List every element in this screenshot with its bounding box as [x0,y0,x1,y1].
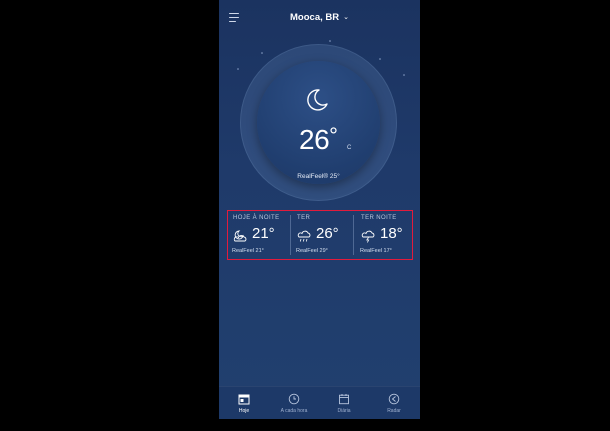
forecast-realfeel: RealFeel 21° [232,248,264,254]
moon-cloud-icon [233,230,247,242]
forecast-tuesday[interactable]: TER 26° RealFeel 29° [292,211,352,259]
calendar-icon [339,394,349,405]
forecast-label: TER [297,215,311,221]
forecast-label: TER NOITE [361,215,397,221]
nav-label: Radar [387,408,401,414]
location-selector[interactable]: Mooca, BR ⌄ [219,12,420,23]
nav-label: Hoje [238,408,250,414]
current-temperature: 26° C [257,123,380,156]
nav-tab-radar[interactable]: Radar [369,387,419,419]
current-temperature-value: 26 [299,124,330,155]
radar-icon [388,393,400,405]
nav-tab-today[interactable]: Hoje [219,387,269,419]
moon-icon [307,89,328,111]
forecast-temp: 21° [252,225,275,242]
nav-tab-hourly[interactable]: A cada hora [269,387,319,419]
forecast-realfeel: RealFeel 17° [360,248,392,254]
top-bar: Mooca, BR ⌄ [219,0,420,36]
cloud-lightning-icon [361,230,375,243]
nav-label: Diária [337,408,351,414]
forecast-label: HOJE À NOITE [233,215,280,221]
calendar-today-icon [238,394,250,405]
nav-label: A cada hora [280,408,308,414]
star [261,52,263,54]
nav-tab-daily[interactable]: Diária [319,387,369,419]
current-realfeel: RealFeel® 25° [297,173,340,180]
current-conditions-inner: 26° C RealFeel® 25° [257,61,380,184]
forecast-strip: HOJE À NOITE 21° RealFeel 21° TER 26° Re… [227,210,413,260]
forecast-tonight[interactable]: HOJE À NOITE 21° RealFeel 21° [228,211,288,259]
bottom-navigation: Hoje A cada hora Diária Radar [219,386,420,419]
temperature-unit: C [347,145,352,151]
forecast-temp: 18° [380,225,403,242]
star [237,68,239,70]
current-conditions-dial[interactable]: 26° C RealFeel® 25° [240,44,397,201]
forecast-tuesday-night[interactable]: TER NOITE 18° RealFeel 17° [356,211,416,259]
divider [353,215,354,255]
star [403,74,405,76]
star [329,40,331,42]
clock-icon [288,393,300,405]
forecast-temp: 26° [316,225,339,242]
forecast-realfeel: RealFeel 29° [296,248,328,254]
chevron-down-icon: ⌄ [343,14,349,21]
weather-app-screen: Mooca, BR ⌄ 26° C RealFeel® 25° HOJE À NO… [219,0,420,419]
cloud-rain-icon [297,230,311,242]
divider [290,215,291,255]
location-name: Mooca, BR [290,12,340,23]
star [379,58,381,60]
degree-symbol: ° [329,123,338,148]
